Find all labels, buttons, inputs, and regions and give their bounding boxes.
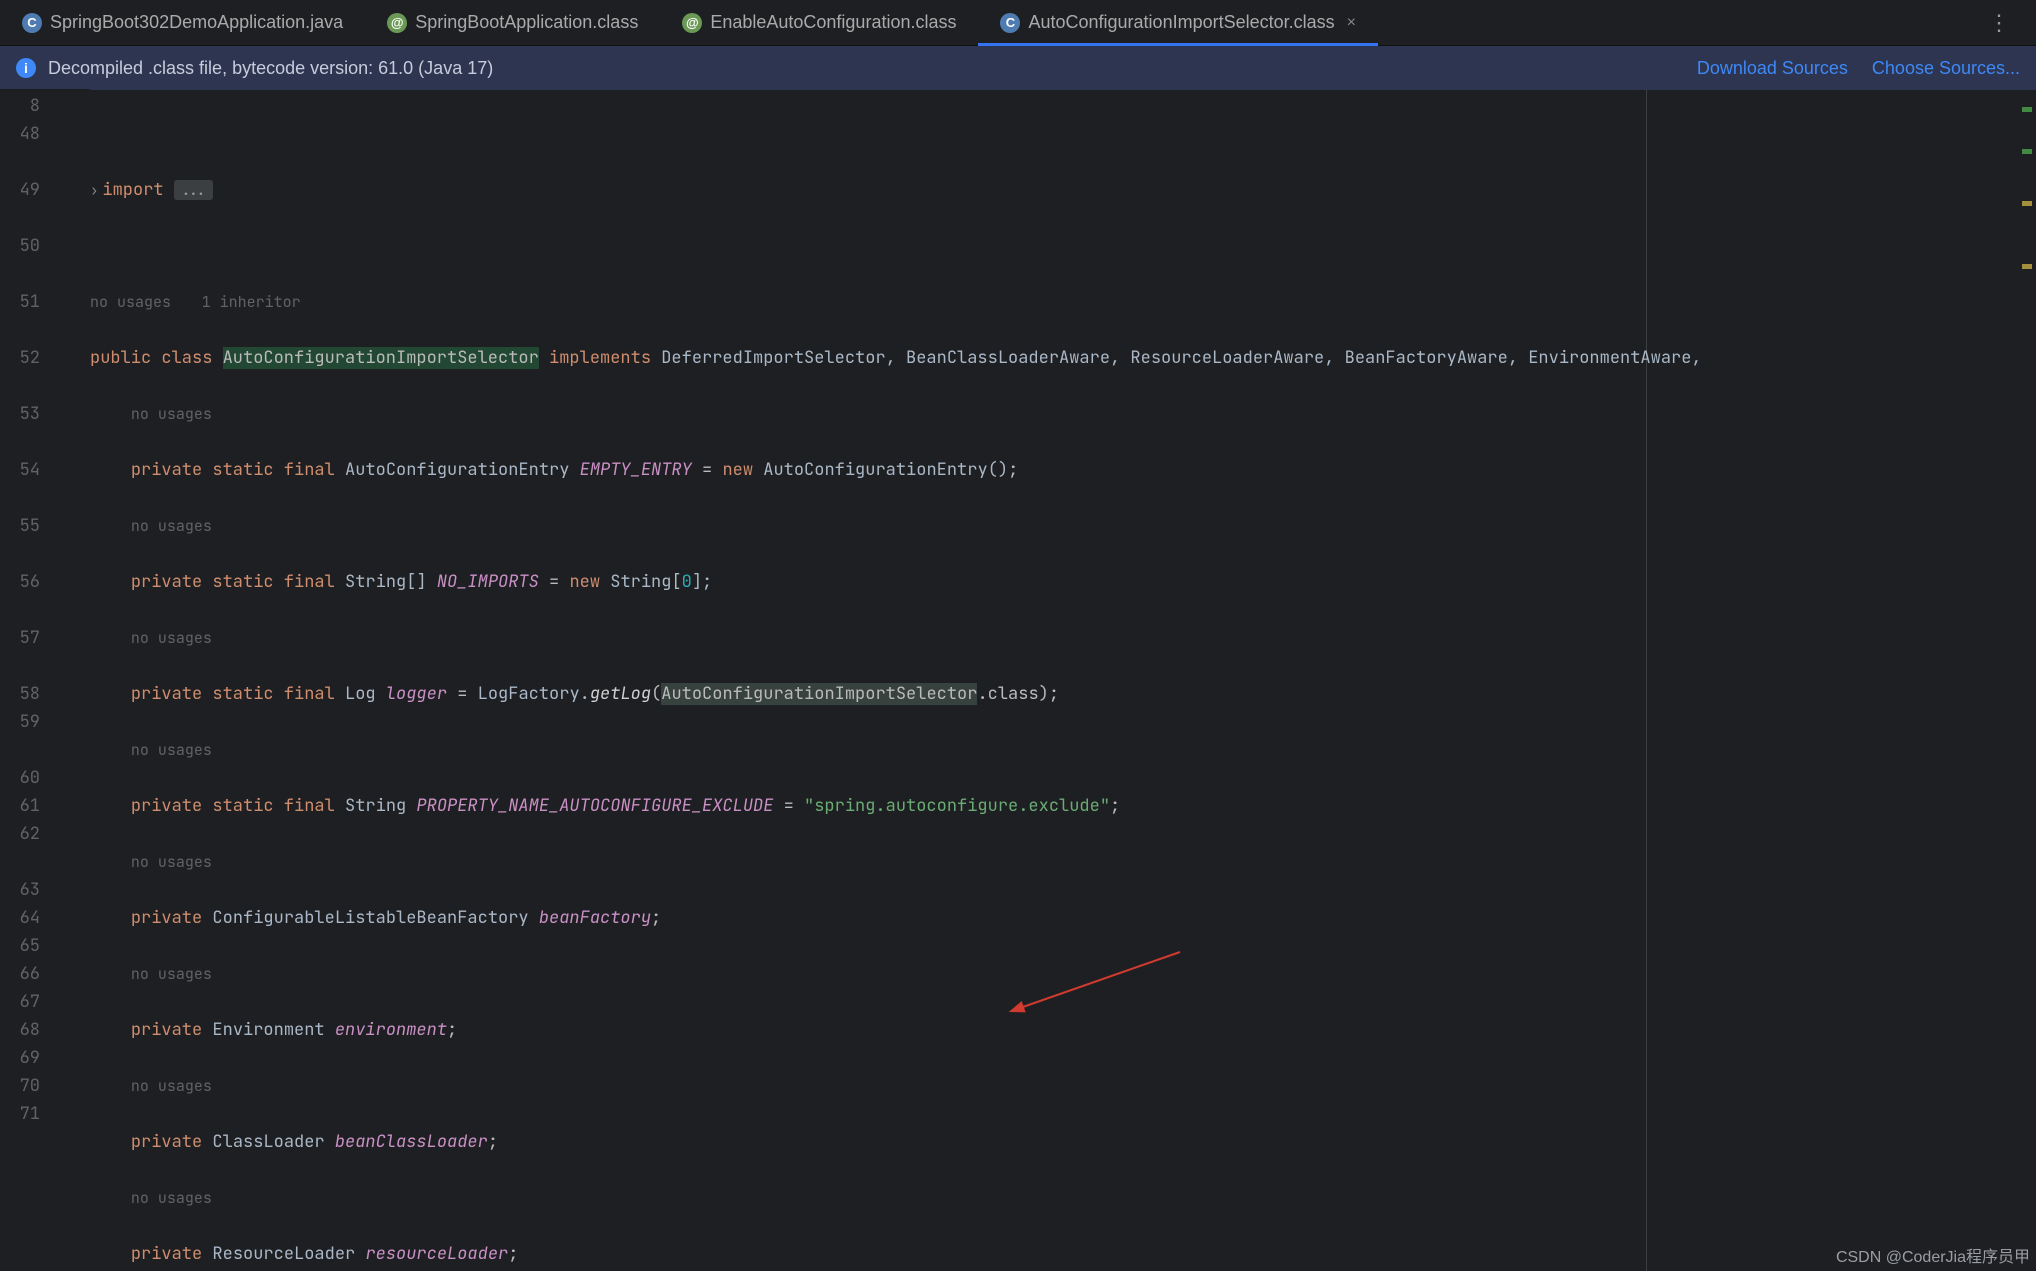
editor-tabs: C SpringBoot302DemoApplication.java @ Sp… bbox=[0, 0, 2036, 46]
scrollbar-marks bbox=[2018, 89, 2036, 1271]
line-number-gutter: 8 48 49 50 51 52 53 54 55 56 57 58 59 60… bbox=[0, 89, 90, 1271]
fold-chevron-icon[interactable]: › bbox=[90, 182, 98, 200]
download-sources-link[interactable]: Download Sources bbox=[1697, 58, 1848, 79]
decompiled-notice-text: Decompiled .class file, bytecode version… bbox=[48, 58, 493, 79]
fold-placeholder[interactable]: ... bbox=[174, 180, 213, 200]
choose-sources-link[interactable]: Choose Sources... bbox=[1872, 58, 2020, 79]
inlay-inheritors: 1 inheritor bbox=[202, 292, 301, 312]
code-area[interactable]: ›import ... no usages 1 inheritor public… bbox=[90, 89, 2036, 1271]
tab-label: AutoConfigurationImportSelector.class bbox=[1028, 12, 1334, 33]
tab-autoconfigurationimportselector[interactable]: C AutoConfigurationImportSelector.class … bbox=[978, 0, 1378, 45]
inlay-no-usages: no usages bbox=[131, 404, 212, 424]
keyword-import: import bbox=[102, 179, 163, 201]
tab-label: EnableAutoConfiguration.class bbox=[710, 12, 956, 33]
inlay-no-usages: no usages bbox=[131, 852, 212, 872]
class-icon: C bbox=[1000, 13, 1020, 33]
inlay-no-usages: no usages bbox=[131, 964, 212, 984]
annotation-icon: @ bbox=[387, 13, 407, 33]
tab-enableautoconfiguration[interactable]: @ EnableAutoConfiguration.class bbox=[660, 0, 978, 45]
decompiled-notice-bar: i Decompiled .class file, bytecode versi… bbox=[0, 46, 2036, 90]
class-ref-highlight: AutoConfigurationImportSelector bbox=[661, 683, 977, 705]
annotation-icon: @ bbox=[682, 13, 702, 33]
code-editor[interactable]: 8 48 49 50 51 52 53 54 55 56 57 58 59 60… bbox=[0, 89, 2036, 1271]
inlay-no-usages: no usages bbox=[131, 740, 212, 760]
tab-label: SpringBootApplication.class bbox=[415, 12, 638, 33]
inlay-no-usages: no usages bbox=[90, 292, 171, 312]
inlay-no-usages: no usages bbox=[131, 1076, 212, 1096]
tab-springboot-demo[interactable]: C SpringBoot302DemoApplication.java bbox=[0, 0, 365, 45]
close-icon[interactable]: × bbox=[1347, 14, 1356, 32]
inlay-no-usages: no usages bbox=[131, 1188, 212, 1208]
tab-label: SpringBoot302DemoApplication.java bbox=[50, 12, 343, 33]
watermark-text: CSDN @CoderJia程序员甲 bbox=[1836, 1243, 2030, 1267]
tab-springbootapplication[interactable]: @ SpringBootApplication.class bbox=[365, 0, 660, 45]
more-icon: ⋮ bbox=[1988, 10, 2012, 36]
info-icon: i bbox=[16, 58, 36, 78]
inlay-no-usages: no usages bbox=[131, 628, 212, 648]
tab-overflow-button[interactable]: ⋮ bbox=[1964, 0, 2036, 45]
inlay-no-usages: no usages bbox=[131, 516, 212, 536]
class-icon: C bbox=[22, 13, 42, 33]
class-name-highlight: AutoConfigurationImportSelector bbox=[223, 347, 539, 369]
